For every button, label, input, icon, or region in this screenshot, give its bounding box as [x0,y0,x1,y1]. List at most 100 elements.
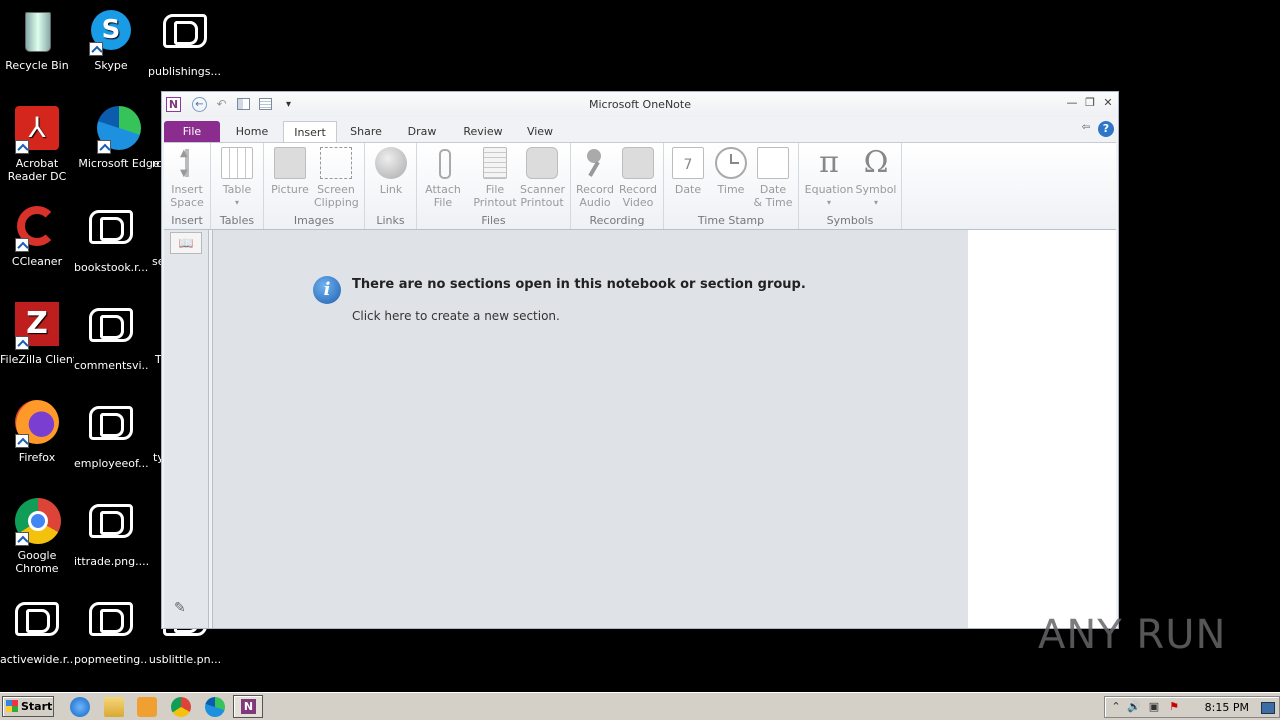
recycle-bin-icon [13,8,61,56]
ccleaner-icon [13,204,61,252]
info-icon: i [313,276,341,304]
group-symbols: π Equation ▾ Ω Symbol ▾ Symbols [799,143,902,229]
unfiled-notes-icon[interactable]: ✎ [174,600,194,618]
insert-space-button[interactable]: ▲ ▼ Insert Space [165,145,209,209]
onenote-window: N ← ↶ ▾ Microsoft OneNote — ❐ ✕ File Hom… [161,91,1119,629]
date-button[interactable]: 7 Date [666,145,710,196]
link-globe-icon [375,147,407,179]
group-label: Images [293,214,335,227]
paperclip-icon [427,147,459,179]
group-tables: Table ▾ Tables [211,143,264,229]
close-button[interactable]: ✕ [1100,96,1116,110]
group-insert: ▲ ▼ Insert Space Insert [164,143,211,229]
chrome-icon [13,498,61,546]
notebook-icon[interactable]: 📖 [170,232,202,254]
create-section-link[interactable]: Click here to create a new section. [352,309,560,323]
show-hidden-icons-icon[interactable]: ⌃ [1109,700,1123,714]
equation-button[interactable]: π Equation ▾ [804,145,854,209]
taskbar: Start N ⌃ 🔊 ▣ ⚑ 8:15 PM [0,692,1280,720]
tab-insert[interactable]: Insert [283,121,337,142]
file-logo-icon [87,210,135,258]
desktop-icon-recycle-bin[interactable]: Recycle Bin [0,8,74,72]
omega-icon: Ω [863,145,889,180]
action-center-icon[interactable]: ⚑ [1167,700,1181,714]
desktop-icon-ittrade[interactable]: ittrade.png.... [74,498,148,568]
file-printout-icon [483,147,507,179]
symbol-button[interactable]: Ω Symbol ▾ [854,145,898,209]
minimize-button[interactable]: — [1064,96,1080,110]
file-printout-button[interactable]: File Printout [473,145,517,209]
group-links: Link Links [365,143,417,229]
scanner-printout-button[interactable]: Scanner Printout [520,145,565,209]
picture-button[interactable]: Picture [268,145,312,196]
group-label: Time Stamp [697,214,765,227]
desktop-icon-chrome[interactable]: Google Chrome [0,498,74,575]
tab-view[interactable]: View [518,121,562,142]
time-button[interactable]: Time [709,145,753,196]
file-logo-icon [87,504,135,552]
link-button[interactable]: Link [369,145,413,196]
clock[interactable]: 8:15 PM [1205,701,1249,714]
notebook-nav-pane: 📖 ✎ [164,230,209,628]
group-files: Attach File File Printout Scanner Printo… [417,143,571,229]
file-explorer-icon[interactable] [104,697,124,717]
internet-explorer-icon[interactable] [70,697,90,717]
table-icon [221,147,253,179]
show-desktop-icon[interactable] [1261,702,1275,714]
desktop-icon-employeeof[interactable]: employeeof... [74,400,148,470]
file-logo-icon [87,602,135,650]
network-icon[interactable]: ▣ [1147,700,1161,714]
chrome-taskbar-icon[interactable] [171,697,191,717]
tab-draw[interactable]: Draw [400,121,444,142]
onenote-taskbar-icon: N [241,699,256,714]
desktop-icon-firefox[interactable]: Firefox [0,400,74,464]
media-player-icon[interactable] [137,697,157,717]
title-bar: N ← ↶ ▾ Microsoft OneNote — ❐ ✕ [162,92,1118,117]
group-label: Tables [219,214,255,227]
video-camera-icon [622,147,654,179]
record-audio-button[interactable]: Record Audio [573,145,617,209]
tab-home[interactable]: Home [228,121,276,142]
desktop-icon-bookstook[interactable]: bookstook.r... [74,204,148,274]
file-logo-icon [87,406,135,454]
group-label: Links [376,214,405,227]
edge-taskbar-icon[interactable] [205,697,225,717]
desktop-icon-skype[interactable]: S Skype [74,8,148,72]
file-logo-icon [87,308,135,356]
tab-share[interactable]: Share [344,121,388,142]
help-icon[interactable]: ? [1098,121,1114,137]
group-label: Files [481,214,506,227]
calendar-icon: 7 [672,147,704,179]
record-video-button[interactable]: Record Video [616,145,660,209]
pin-ribbon-icon[interactable]: ⇦ [1082,122,1090,133]
desktop-icon-commentsvi[interactable]: commentsvi... [74,302,148,372]
desktop-icon-edge[interactable]: Microsoft Edge [74,106,164,170]
skype-icon: S [87,8,135,56]
page-tabs-pane [968,230,1116,628]
ribbon-insert: ▲ ▼ Insert Space Insert Table ▾ Tables Pi… [164,142,1116,230]
screen-clipping-button[interactable]: Screen Clipping [314,145,359,209]
group-images: Picture Screen Clipping Images [264,143,365,229]
microphone-icon [579,147,611,179]
desktop-icon-publishings[interactable]: publishings.... [148,8,222,78]
onenote-taskbar-button[interactable]: N [233,695,263,718]
attach-file-button[interactable]: Attach File [421,145,465,209]
date-and-time-button[interactable]: Date & Time [751,145,795,209]
desktop-icon-popmeeting[interactable]: popmeeting.... [74,596,148,666]
desktop-icon-acrobat[interactable]: ⅄ Acrobat Reader DC [0,106,74,183]
scanner-icon [526,147,558,179]
group-recording: Record Audio Record Video Recording [571,143,664,229]
screen-clipping-icon [320,147,352,179]
desktop-icon-ccleaner[interactable]: CCleaner [0,204,74,268]
volume-icon[interactable]: 🔊 [1127,700,1141,714]
start-button[interactable]: Start [2,696,54,717]
desktop-icon-activewide[interactable]: activewide.r... [0,596,74,666]
tab-file[interactable]: File [164,121,220,142]
group-label: Insert [171,214,203,227]
group-time-stamp: 7 Date Time Date & Time Time Stamp [664,143,799,229]
page-area: i There are no sections open in this not… [212,230,969,628]
restore-button[interactable]: ❐ [1082,96,1098,110]
table-button[interactable]: Table ▾ [215,145,259,209]
tab-review[interactable]: Review [456,121,510,142]
desktop-icon-filezilla[interactable]: Z FileZilla Client [0,302,74,366]
